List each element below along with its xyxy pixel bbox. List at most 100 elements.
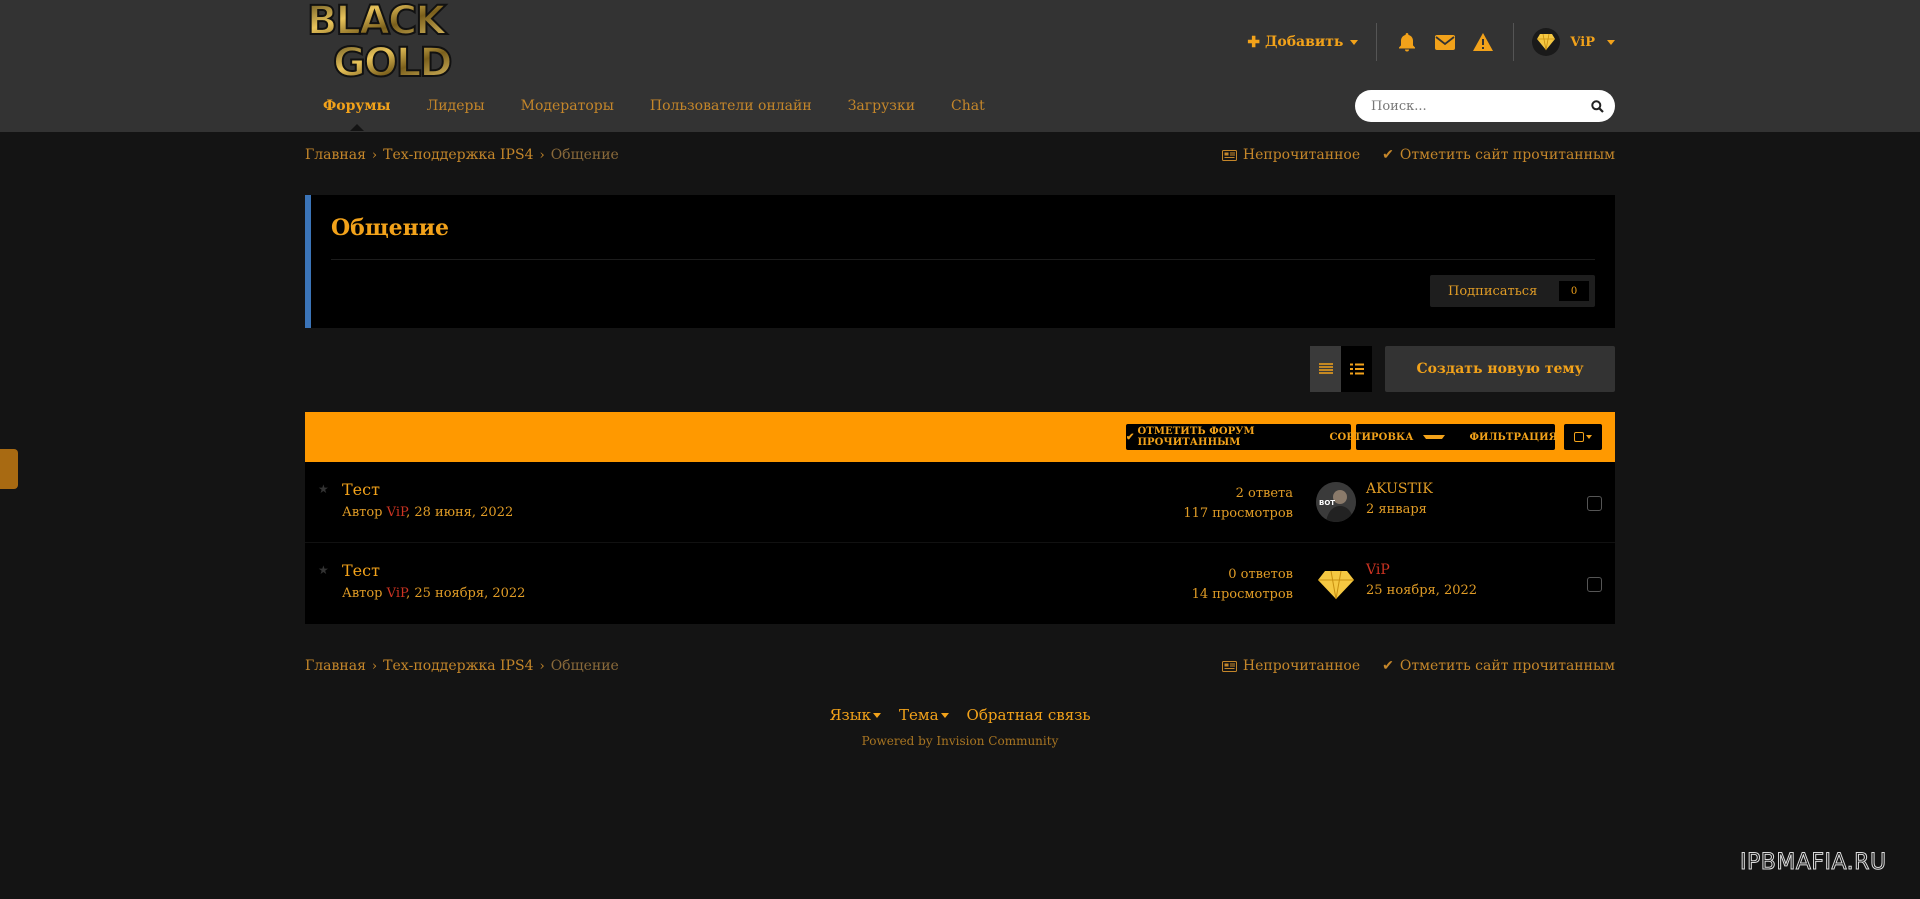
breadcrumb-section[interactable]: Тех-поддержка IPS4	[383, 658, 533, 674]
sort-label: СОРТИРОВКА	[1329, 431, 1414, 443]
divider	[331, 259, 1595, 260]
search-icon	[1590, 99, 1604, 113]
check-icon: ✔	[1382, 658, 1394, 674]
last-poster[interactable]: AKUSTIK	[1366, 480, 1433, 499]
chevron-down-icon	[873, 712, 882, 718]
nav-item-online-users[interactable]: Пользователи онлайн	[650, 98, 812, 114]
unread-link[interactable]: Непрочитанное	[1221, 658, 1361, 674]
add-label: Добавить	[1264, 34, 1344, 50]
warning-icon[interactable]	[1471, 30, 1495, 54]
chevron-right-icon: ›	[371, 147, 378, 163]
search-button[interactable]	[1579, 99, 1615, 113]
search-box	[1355, 90, 1615, 122]
site-logo[interactable]: BLACK GOLD	[305, 0, 517, 80]
unread-label: Непрочитанное	[1242, 658, 1361, 674]
chevron-down-icon	[1586, 435, 1592, 439]
unread-link[interactable]: Непрочитанное	[1221, 147, 1361, 163]
unread-label: Непрочитанное	[1242, 147, 1361, 163]
nav-item-forums[interactable]: Форумы	[323, 98, 391, 131]
breadcrumb-current: Общение	[550, 658, 619, 674]
envelope-icon[interactable]	[1433, 30, 1457, 54]
view-toggle	[1310, 346, 1372, 392]
topic-date: , 28 июня, 2022	[406, 505, 514, 520]
main-nav: Форумы Лидеры Модераторы Пользователи он…	[305, 94, 1021, 131]
breadcrumb-home[interactable]: Главная	[305, 147, 366, 163]
reply-count: 2 ответа	[1235, 486, 1293, 501]
mark-site-read-link[interactable]: ✔ Отметить сайт прочитанным	[1382, 658, 1615, 674]
topic-author[interactable]: ViP	[387, 505, 406, 520]
grid-view-button[interactable]	[1341, 346, 1372, 392]
side-panel-tab[interactable]	[0, 449, 18, 489]
user-menu[interactable]: ViP	[1532, 28, 1615, 56]
table-row: ★ Тест Автор ViP, 25 ноября, 2022 0 отве…	[305, 543, 1615, 624]
search-input[interactable]	[1355, 98, 1579, 114]
table-view-button[interactable]	[1310, 346, 1341, 392]
topic-meta: Автор ViP, 25 ноября, 2022	[342, 586, 525, 601]
newspaper-icon	[1221, 660, 1237, 672]
last-poster[interactable]: ViP	[1366, 561, 1390, 580]
chevron-down-icon	[1350, 39, 1359, 45]
powered-by[interactable]: Powered by Invision Community	[0, 734, 1920, 748]
nav-item-leaders[interactable]: Лидеры	[427, 98, 485, 114]
topic-title[interactable]: Тест	[342, 561, 380, 580]
bell-icon[interactable]	[1395, 30, 1419, 54]
nav-item-downloads[interactable]: Загрузки	[848, 98, 915, 114]
newspaper-icon	[1221, 149, 1237, 161]
row-checkbox[interactable]	[1587, 496, 1602, 511]
select-all-button[interactable]	[1564, 424, 1602, 450]
topic-title[interactable]: Тест	[342, 480, 380, 499]
language-label: Язык	[829, 706, 872, 724]
view-count: 117 просмотров	[1183, 506, 1293, 521]
follow-button[interactable]: Подписаться 0	[1430, 275, 1595, 307]
check-icon: ✔	[1126, 431, 1135, 443]
author-prefix: Автор	[342, 505, 383, 520]
plus-icon: ✚	[1247, 33, 1260, 51]
breadcrumb-bottom: Главная › Тех-поддержка IPS4 › Общение Н…	[305, 654, 1615, 678]
star-icon: ★	[318, 563, 329, 577]
theme-menu[interactable]: Тема	[899, 706, 949, 724]
forum-header: Общение Подписаться 0	[305, 195, 1615, 328]
detailed-list-icon	[1349, 363, 1364, 375]
nav-item-chat[interactable]: Chat	[951, 98, 985, 114]
footer-links: Язык Тема Обратная связь	[0, 706, 1920, 724]
diamond-icon	[1537, 33, 1556, 51]
chevron-down-icon	[1423, 435, 1446, 439]
last-post-date[interactable]: 25 ноября, 2022	[1366, 581, 1477, 600]
sort-button[interactable]: СОРТИРОВКА	[1313, 432, 1453, 443]
chevron-down-icon	[1607, 39, 1615, 45]
avatar[interactable]: BOT	[1316, 482, 1356, 522]
mark-site-read-label: Отметить сайт прочитанным	[1399, 147, 1615, 163]
follow-label: Подписаться	[1448, 283, 1538, 299]
logo-line-1: BLACK	[307, 0, 448, 44]
breadcrumb-home[interactable]: Главная	[305, 658, 366, 674]
topic-list-toolbar: ✔ ОТМЕТИТЬ ФОРУМ ПРОЧИТАННЫМ СОРТИРОВКА …	[305, 412, 1615, 462]
topic-meta: Автор ViP, 28 июня, 2022	[342, 505, 513, 520]
checkbox-icon	[1574, 432, 1584, 442]
watermark: IPBMAFIA.RU	[1740, 850, 1887, 876]
add-button[interactable]: ✚ Добавить	[1247, 33, 1359, 51]
feedback-link[interactable]: Обратная связь	[967, 706, 1091, 724]
nav-item-moderators[interactable]: Модераторы	[521, 98, 614, 114]
row-checkbox[interactable]	[1587, 577, 1602, 592]
mark-site-read-label: Отметить сайт прочитанным	[1399, 658, 1615, 674]
create-topic-button[interactable]: Создать новую тему	[1385, 346, 1615, 392]
sort-filter-group: СОРТИРОВКА ФИЛЬТРАЦИЯ	[1329, 424, 1590, 450]
language-menu[interactable]: Язык	[829, 706, 882, 724]
last-post-date[interactable]: 2 января	[1366, 500, 1427, 519]
topic-stats: 0 ответов 14 просмотров	[1192, 565, 1293, 605]
view-count: 14 просмотров	[1191, 587, 1293, 602]
user-bar: ✚ Добавить ViP	[1247, 22, 1615, 62]
follow-count: 0	[1559, 281, 1589, 301]
breadcrumb-section[interactable]: Тех-поддержка IPS4	[383, 147, 533, 163]
topic-author[interactable]: ViP	[387, 586, 406, 601]
diamond-icon	[1318, 570, 1354, 600]
mark-site-read-link[interactable]: ✔ Отметить сайт прочитанным	[1382, 147, 1615, 163]
breadcrumb: Главная › Тех-поддержка IPS4 › Общение Н…	[305, 143, 1615, 167]
user-name: ViP	[1570, 34, 1595, 50]
chevron-right-icon: ›	[539, 658, 545, 674]
check-icon: ✔	[1382, 147, 1394, 163]
avatar	[1532, 28, 1561, 56]
list-icon	[1318, 363, 1333, 374]
avatar[interactable]	[1316, 563, 1356, 603]
topic-stats: 2 ответа 117 просмотров	[1183, 484, 1293, 524]
